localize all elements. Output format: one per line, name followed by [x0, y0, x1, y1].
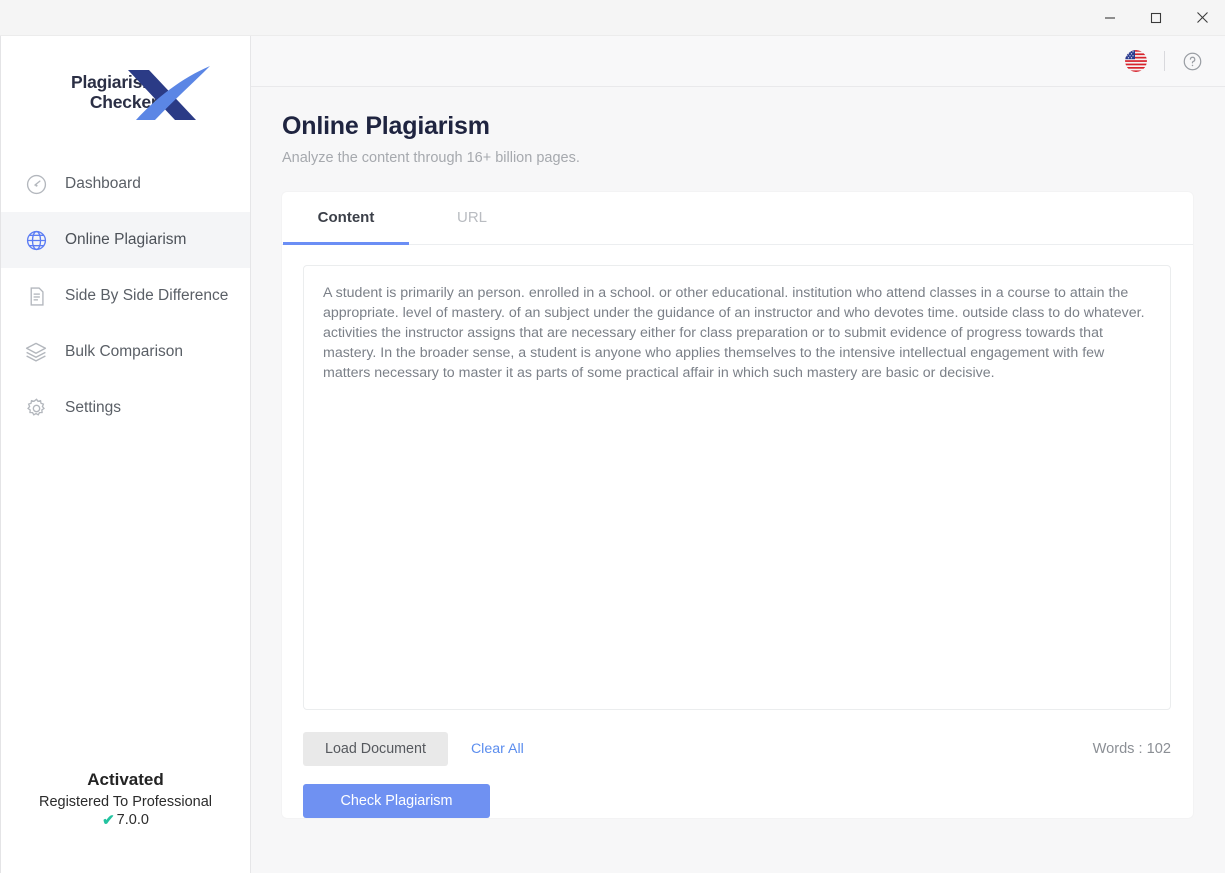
logo-x-icon — [127, 66, 210, 120]
load-document-button[interactable]: Load Document — [303, 732, 448, 766]
license-state: Activated — [87, 770, 164, 789]
app-window: Plagiarism Checker Dashboard Online Plag… — [0, 0, 1225, 873]
license-status: Activated Registered To Professional ✔ 7… — [1, 770, 250, 828]
app-logo: Plagiarism Checker — [1, 36, 250, 148]
speedometer-icon — [23, 171, 49, 197]
sidebar-nav: Dashboard Online Plagiarism Side By Side… — [1, 156, 250, 436]
main-content: Online Plagiarism Analyze the content th… — [251, 36, 1225, 873]
submit-row: Check Plagiarism — [282, 774, 1193, 818]
word-count: Words : 102 — [1092, 741, 1171, 757]
check-icon: ✔ — [102, 811, 115, 829]
plagiarism-card: Content URL Load Document Clear All Word… — [282, 192, 1193, 818]
maximize-button[interactable] — [1133, 0, 1179, 36]
sidebar-item-online-plagiarism[interactable]: Online Plagiarism — [1, 212, 250, 268]
us-flag-icon[interactable] — [1125, 50, 1147, 72]
body-container: Plagiarism Checker Dashboard Online Plag… — [0, 36, 1225, 873]
gear-icon — [23, 395, 49, 421]
clear-all-link[interactable]: Clear All — [471, 741, 524, 757]
editor-controls: Load Document Clear All Words : 102 — [282, 710, 1193, 774]
app-version: 7.0.0 — [116, 812, 149, 828]
sidebar-item-settings[interactable]: Settings — [1, 380, 250, 436]
sidebar-item-dashboard[interactable]: Dashboard — [1, 156, 250, 212]
help-circle-icon[interactable] — [1182, 51, 1203, 72]
sidebar-item-label: Online Plagiarism — [65, 231, 187, 248]
toolbar-divider — [1164, 51, 1165, 71]
window-titlebar — [0, 0, 1225, 36]
main-toolbar — [251, 36, 1225, 87]
editor-area — [282, 245, 1193, 710]
page-subtitle: Analyze the content through 16+ billion … — [282, 150, 580, 166]
page-title: Online Plagiarism — [282, 112, 490, 140]
content-input[interactable] — [303, 265, 1171, 710]
minimize-icon — [1105, 16, 1115, 19]
check-plagiarism-button[interactable]: Check Plagiarism — [303, 784, 490, 818]
sidebar-item-label: Side By Side Difference — [65, 287, 229, 304]
sidebar-item-label: Settings — [65, 399, 122, 416]
sidebar: Plagiarism Checker Dashboard Online Plag… — [1, 36, 251, 873]
maximize-icon — [1150, 12, 1162, 23]
tab-url[interactable]: URL — [409, 192, 535, 245]
minimize-button[interactable] — [1087, 0, 1133, 36]
layers-icon — [23, 339, 49, 365]
close-icon — [1196, 12, 1208, 23]
license-registered-to: Registered To Professional — [38, 794, 213, 810]
tab-content[interactable]: Content — [283, 192, 409, 245]
sidebar-item-label: Bulk Comparison — [65, 343, 184, 360]
sidebar-item-label: Dashboard — [65, 175, 141, 192]
document-icon — [23, 283, 49, 309]
globe-icon — [23, 227, 49, 253]
page-header: Online Plagiarism Analyze the content th… — [251, 87, 1225, 166]
sidebar-item-side-by-side-difference[interactable]: Side By Side Difference — [1, 268, 250, 324]
sidebar-item-bulk-comparison[interactable]: Bulk Comparison — [1, 324, 250, 380]
tab-bar: Content URL — [282, 192, 1193, 245]
close-button[interactable] — [1179, 0, 1225, 36]
